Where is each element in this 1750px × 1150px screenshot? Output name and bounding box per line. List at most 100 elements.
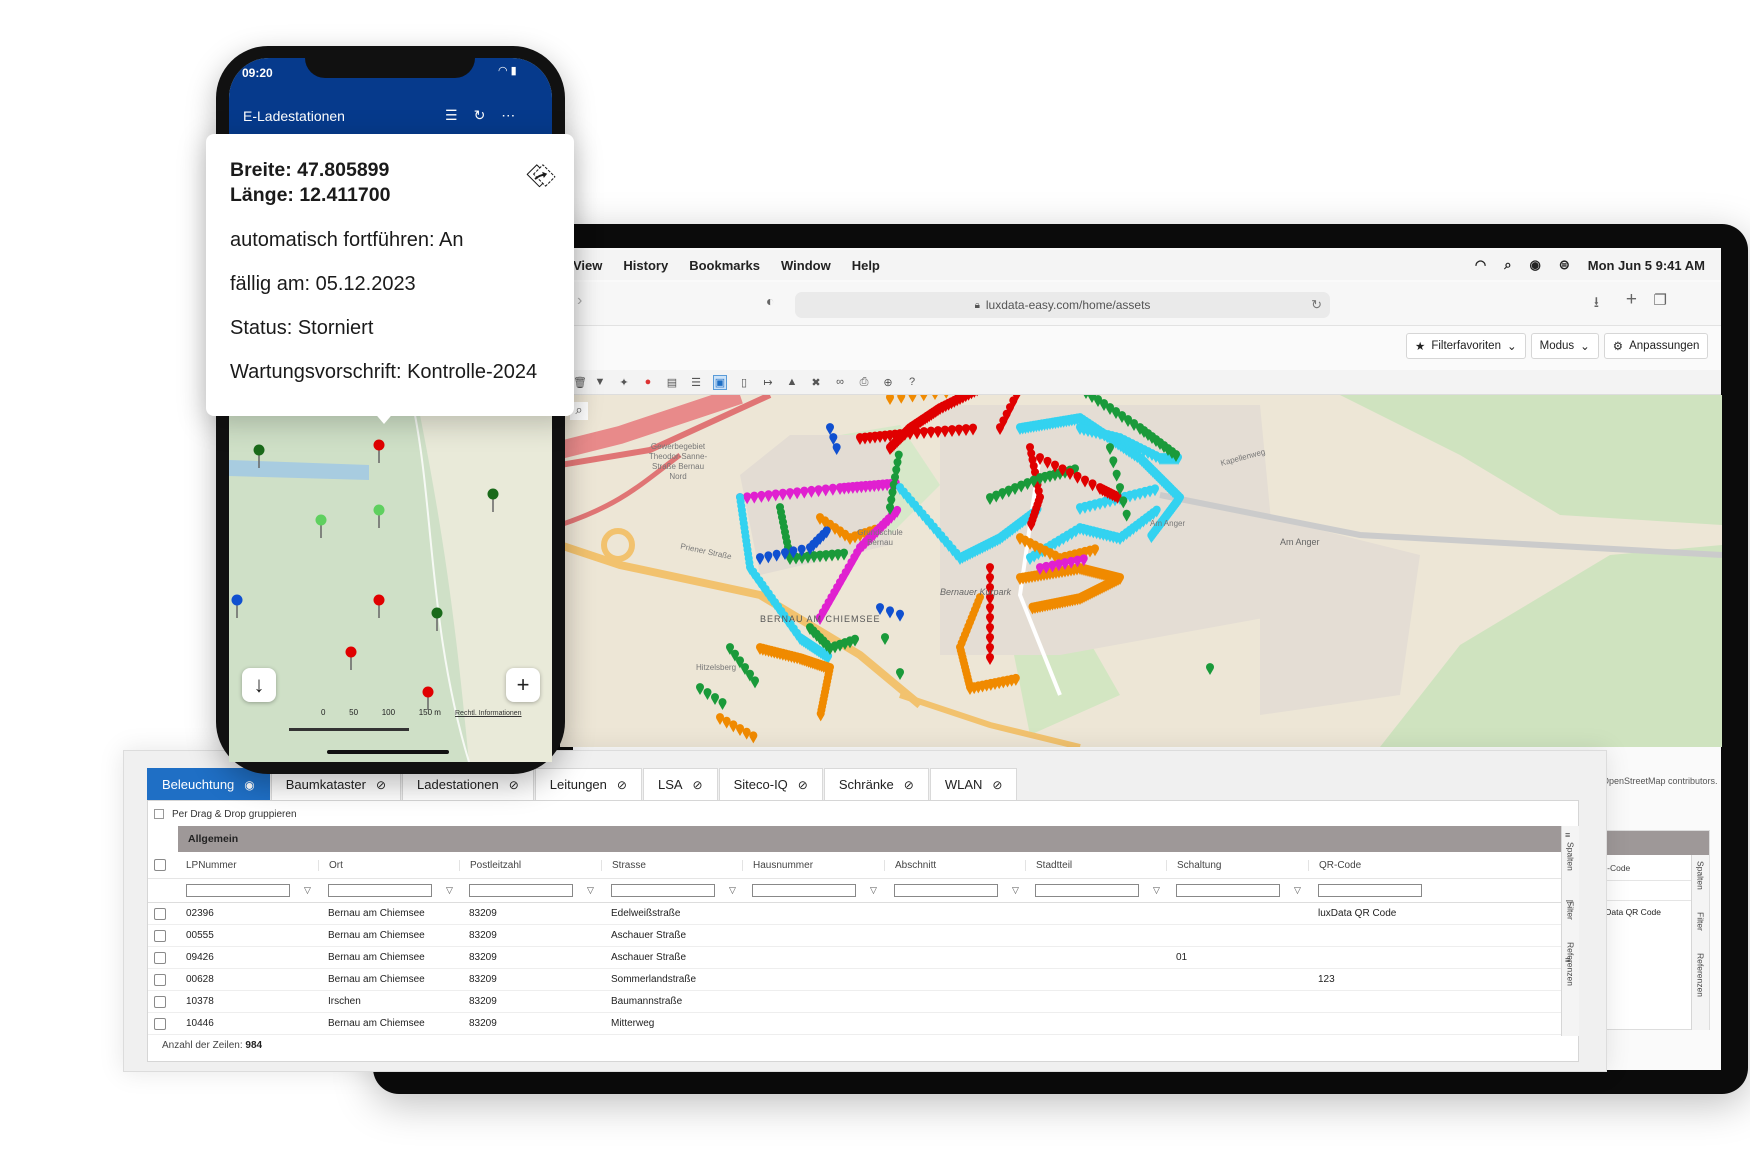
row-checkbox[interactable] [154, 995, 166, 1008]
trash-icon[interactable]: ▯ [737, 376, 751, 389]
column-header[interactable]: Schaltung [1166, 859, 1308, 871]
map-pin[interactable] [373, 439, 385, 451]
map-pin[interactable] [422, 686, 434, 698]
reload-icon[interactable]: ↻ [1311, 297, 1322, 313]
refresh-icon[interactable]: ↻ [474, 107, 486, 124]
column-header[interactable]: LPNummer [176, 860, 318, 871]
menu-window[interactable]: Window [771, 258, 842, 273]
menu-history[interactable]: History [613, 258, 679, 273]
print-icon[interactable]: ⎙ [857, 376, 871, 389]
group-drop-zone[interactable]: Per Drag & Drop gruppieren [148, 803, 297, 825]
column-filter-input[interactable] [752, 884, 856, 897]
list-edit-icon[interactable]: ☰ [689, 376, 703, 389]
control-center-icon[interactable]: ⊜ [1559, 257, 1570, 273]
column-header[interactable]: QR-Code [1308, 859, 1563, 871]
column-header[interactable]: Postleitzahl [459, 859, 601, 871]
filter-icon[interactable]: ▽ [1012, 885, 1019, 896]
new-tab-icon[interactable]: + [1626, 289, 1637, 311]
filter-icon[interactable]: ▽ [870, 885, 877, 896]
delete-icon[interactable]: 🗑︎ [573, 376, 587, 389]
filter-icon[interactable]: ▽ [1153, 885, 1160, 896]
eye-off-icon[interactable]: ⊘ [992, 778, 1002, 792]
tab-wlan[interactable]: WLAN ⊘ [929, 768, 1018, 800]
column-header[interactable]: Hausnummer [742, 859, 884, 871]
address-bar[interactable]: 🔒︎ luxdata-easy.com/home/assets ↻ [795, 292, 1330, 318]
column-header[interactable]: Stadtteil [1025, 859, 1166, 871]
eye-off-icon[interactable]: ⊘ [509, 778, 519, 792]
filter-icon[interactable]: ▽ [1294, 885, 1301, 896]
column-header[interactable]: Abschnitt [884, 859, 1025, 871]
anpassungen-button[interactable]: ⚙ Anpassungen [1603, 333, 1709, 359]
legal-info-link[interactable]: Rechtl. Informationen [455, 710, 522, 717]
shield-icon[interactable]: ◐ [766, 293, 774, 309]
user-icon[interactable]: ◉ [1529, 257, 1540, 273]
eye-off-icon[interactable]: ⊘ [617, 778, 627, 792]
map-pin[interactable] [373, 594, 385, 606]
column-filter-input[interactable] [469, 884, 573, 897]
download-icon[interactable]: ⭳ [1594, 292, 1599, 317]
row-checkbox[interactable] [154, 973, 166, 986]
table-row[interactable]: 10446 Bernau am Chiemsee 83209 Mitterweg [148, 1013, 1563, 1035]
tab-siteco-iq[interactable]: Siteco-IQ ⊘ [718, 768, 823, 800]
table-row[interactable]: 00555 Bernau am Chiemsee 83209 Aschauer Str… [148, 925, 1563, 947]
menu-bookmarks[interactable]: Bookmarks [679, 258, 771, 273]
row-checkbox[interactable] [154, 907, 166, 920]
menu-help[interactable]: Help [842, 258, 891, 273]
asset-map[interactable]: Gewerbegebiet Theodor-Sanne-Straße Berna… [560, 395, 1722, 747]
filter-icon[interactable]: ▼ [593, 376, 607, 388]
download-button[interactable]: ↓ [242, 668, 276, 702]
column-filter-input[interactable] [1318, 884, 1422, 897]
add-button[interactable]: + [506, 668, 540, 702]
filter-icon[interactable]: ▽ [304, 885, 311, 896]
row-checkbox[interactable] [154, 1017, 166, 1030]
column-filter-input[interactable] [328, 884, 432, 897]
table-row[interactable]: 10378 Irschen 83209 Baumannstraße [148, 991, 1563, 1013]
modus-button[interactable]: Modus ⌄ [1530, 333, 1599, 359]
column-header[interactable]: Strasse [601, 859, 742, 871]
more-icon[interactable]: ⋯ [501, 107, 515, 124]
secondary-panel-filter[interactable]: Filter [1696, 912, 1706, 931]
select-all-checkbox[interactable] [154, 859, 166, 871]
map-pin[interactable] [345, 646, 357, 658]
panel-spalten[interactable]: Spalten [1566, 842, 1576, 871]
phone-map[interactable]: 0 50 100 150 m Rechtl. Informationen ↓ + [229, 409, 552, 763]
tab-schraenke[interactable]: Schränke ⊘ [823, 768, 929, 800]
table-row[interactable]: 02396 Bernau am Chiemsee 83209 Edelweißstra… [148, 903, 1563, 925]
menu-view[interactable]: View [573, 258, 613, 273]
select-icon[interactable]: ▣ [713, 374, 727, 390]
table-row[interactable]: 00628 Bernau am Chiemsee 83209 Sommerlandst… [148, 969, 1563, 991]
tools-icon[interactable]: ✖ [809, 376, 823, 389]
export-icon[interactable]: ↦ [761, 376, 775, 389]
filter-remove-icon[interactable]: ● [641, 376, 655, 388]
search-icon[interactable]: ⌕ [1504, 257, 1511, 273]
link-icon[interactable]: ∞ [833, 376, 847, 388]
wifi-icon[interactable]: ◠ [1475, 257, 1486, 273]
column-filter-input[interactable] [894, 884, 998, 897]
eye-icon[interactable]: ◉ [244, 778, 254, 792]
layers-icon[interactable]: ▤ [665, 376, 679, 389]
filter-edit-icon[interactable]: ✦ [617, 376, 631, 389]
row-checkbox[interactable] [154, 951, 166, 964]
secondary-panel-spalten[interactable]: Spalten [1696, 861, 1706, 890]
map-pin[interactable] [373, 504, 385, 516]
attach-icon[interactable]: ⊕ [881, 376, 895, 389]
warning-icon[interactable]: ▲ [785, 376, 799, 388]
map-pin[interactable] [253, 444, 265, 456]
tab-beleuchtung[interactable]: Beleuchtung ◉ [147, 768, 270, 800]
filter-icon[interactable]: ▽ [587, 885, 594, 896]
map-pin[interactable] [231, 594, 243, 606]
map-pin[interactable] [315, 514, 327, 526]
eye-off-icon[interactable]: ⊘ [904, 778, 914, 792]
column-filter-input[interactable] [1176, 884, 1280, 897]
map-attribution[interactable]: OpenStreetMap contributors. [1602, 776, 1718, 786]
eye-off-icon[interactable]: ⊘ [376, 778, 386, 792]
column-filter-input[interactable] [611, 884, 715, 897]
list-icon[interactable]: ☰ [445, 107, 458, 124]
filter-icon[interactable]: ▽ [729, 885, 736, 896]
column-header[interactable]: Ort [318, 859, 459, 871]
filter-icon[interactable]: ▽ [446, 885, 453, 896]
map-pin[interactable] [431, 607, 443, 619]
row-checkbox[interactable] [154, 929, 166, 942]
map-pin[interactable] [487, 488, 499, 500]
column-filter-input[interactable] [186, 884, 290, 897]
